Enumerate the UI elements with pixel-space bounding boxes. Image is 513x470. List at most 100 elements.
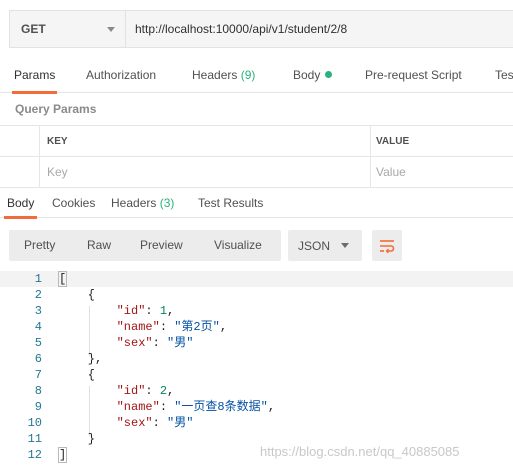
key-column-header: KEY [39,126,370,157]
tab-headers[interactable]: Headers (9) [192,58,255,93]
tab-label: Authorization [86,68,157,82]
code-line: 4 "name": "第2页", [0,319,513,335]
tab-pre-request-script[interactable]: Pre-request Script [365,58,462,93]
format-select[interactable]: JSON [288,230,362,261]
response-body-viewer[interactable]: 1[2 {3 "id": 1, 4 "name": "第2页", 5 "sex": … [0,268,513,470]
tab-label: Body [7,196,35,210]
tab-test-results[interactable]: Test Results [198,190,263,218]
json-string: "男" [167,336,194,350]
json-punctuation: [ [57,271,68,287]
value-header-label: VALUE [376,136,410,147]
code-line: 10 "sex": "男" [0,415,513,431]
line-number: 2 [34,288,42,302]
visualize-button[interactable]: Visualize [214,230,262,261]
preview-button[interactable]: Preview [140,230,183,261]
row-checkbox-cell [0,157,39,187]
json-punctuation: , [167,384,175,398]
json-punctuation [59,416,117,430]
line-number: 6 [34,352,42,366]
chevron-down-icon [107,26,115,32]
code-line: 5 "sex": "男" [0,335,513,351]
pretty-button[interactable]: Pretty [24,230,55,261]
json-number: 2 [159,384,168,398]
method-label: GET [21,22,46,36]
tab-response-headers[interactable]: Headers (3) [111,190,174,218]
tab-label: Test Results [198,196,264,210]
code-text: }, [59,351,102,367]
wrap-lines-icon [380,239,395,253]
line-number: 7 [34,368,42,382]
wrap-lines-button[interactable] [372,230,402,261]
tab-tests[interactable]: Tes [495,58,513,93]
code-line: 9 "name": "一页查8条数据", [0,399,513,415]
json-punctuation: , [219,320,228,334]
json-punctuation [59,336,117,350]
query-params-title: Query Params [15,102,97,116]
code-text: "name": "第2页", [59,319,227,335]
url-input[interactable]: http://localhost:10000/api/v1/student/2/… [126,11,513,47]
value-placeholder: Value [376,165,406,179]
line-number: 11 [27,432,42,446]
json-string: "一页查8条数据" [174,400,268,414]
tab-response-body[interactable]: Body [3,190,38,219]
response-tabs: Body Cookies Headers (3) Test Results [0,190,513,219]
code-text: "sex": "男" [59,335,194,351]
line-number: 3 [34,304,42,318]
json-punctuation: : [152,416,168,430]
json-punctuation: : [159,320,175,334]
json-key: "id" [116,304,146,318]
tab-label: Cookies [52,196,96,210]
tab-label: Pre-request Script [365,68,462,82]
table-row: Key Value [0,156,513,188]
request-tabs: Params Authorization Headers (9) Body Pr… [0,58,513,94]
code-text: [ [57,271,68,287]
tab-label: Params [14,68,56,82]
json-punctuation [59,400,117,414]
json-punctuation: }, [59,352,103,366]
code-line: 3 "id": 1, [0,303,513,319]
response-headers-count: (3) [159,196,175,210]
line-number: 8 [34,384,42,398]
json-punctuation [59,384,117,398]
json-number: 1 [159,304,168,318]
key-placeholder: Key [47,165,68,179]
json-punctuation: ] [57,447,68,463]
tab-cookies[interactable]: Cookies [52,190,95,218]
tab-label: Body [293,68,321,82]
code-line: 6 }, [0,351,513,367]
json-punctuation: , [167,304,175,318]
key-header-label: KEY [47,136,68,147]
format-select-label: JSON [298,238,331,253]
json-key: "name" [116,400,160,414]
json-key: "name" [116,320,160,334]
json-punctuation: { [59,368,96,382]
request-bar: GET http://localhost:10000/api/v1/studen… [9,10,513,48]
json-punctuation: } [59,432,96,446]
json-punctuation: { [59,288,96,302]
code-text: ] [57,447,68,463]
json-punctuation [59,304,117,318]
tab-label: Tes [495,68,513,82]
watermark: https://blog.csdn.net/qq_40885085 [260,444,460,459]
json-punctuation: : [152,336,168,350]
json-string: "男" [167,416,194,430]
method-select[interactable]: GET [10,11,126,47]
json-punctuation [59,320,117,334]
code-text: { [59,287,95,303]
raw-button[interactable]: Raw [87,230,111,261]
code-line: 1[ [0,271,513,287]
tab-params[interactable]: Params [11,58,58,94]
tab-authorization[interactable]: Authorization [86,58,156,93]
checkbox-column-header [0,126,39,157]
value-input[interactable]: Value [370,157,513,187]
json-punctuation: , [267,400,276,414]
code-text: } [59,431,95,447]
code-line: 8 "id": 2, [0,383,513,399]
key-input[interactable]: Key [39,157,370,187]
line-number: 4 [34,320,42,334]
tab-body[interactable]: Body [293,58,333,93]
json-punctuation: : [145,384,160,398]
code-line: 7 { [0,367,513,383]
json-key: "sex" [116,416,153,430]
line-number: 9 [34,400,42,414]
